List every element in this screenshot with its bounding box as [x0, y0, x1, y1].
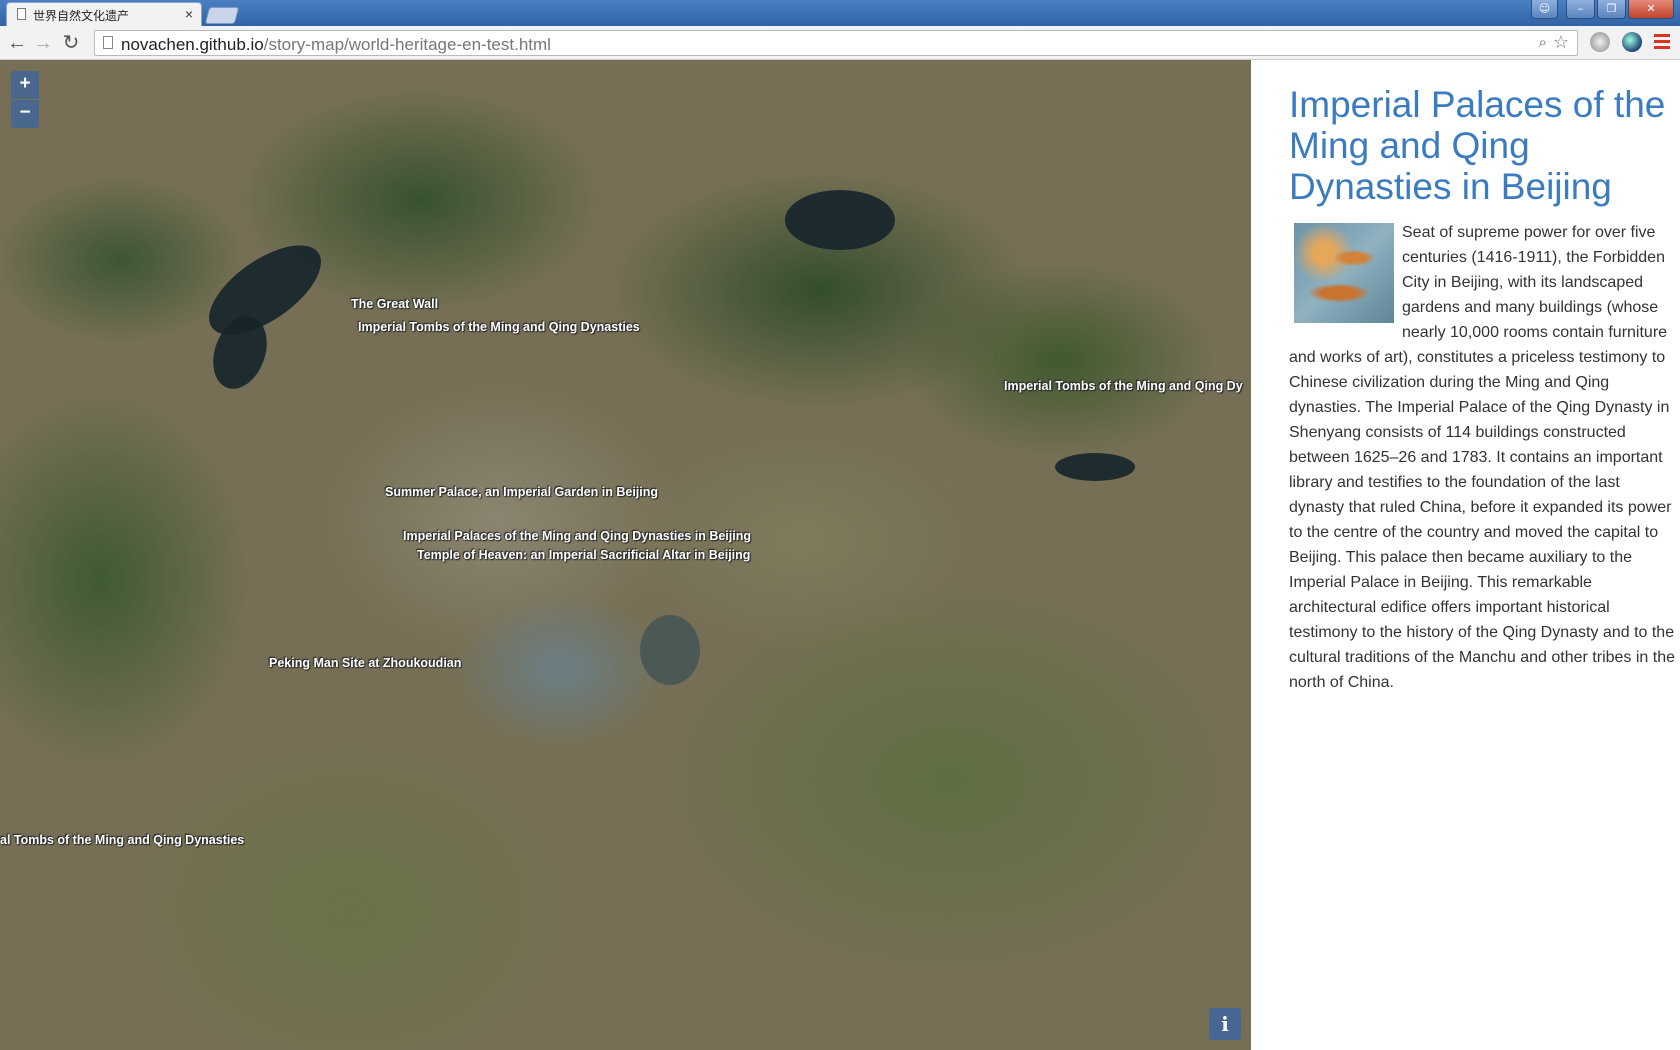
map-label-imperial-tombs-west[interactable]: al Tombs of the Ming and Qing Dynasties: [0, 833, 244, 847]
site-description-block: Seat of supreme power for over five cent…: [1289, 220, 1679, 695]
city-area: [640, 615, 700, 685]
site-title: Imperial Palaces of the Ming and Qing Dy…: [1289, 84, 1666, 207]
back-arrow-icon[interactable]: ←: [6, 32, 28, 54]
page-icon: [103, 36, 113, 49]
extension-globe-icon[interactable]: [1590, 32, 1610, 52]
window-titlebar: 世界自然文化遗产 × ☺ – ❐ ✕: [0, 0, 1680, 26]
zoom-in-button[interactable]: +: [11, 71, 39, 99]
map-label-imperial-tombs-east[interactable]: Imperial Tombs of the Ming and Qing Dy: [1004, 379, 1243, 393]
story-panel: Imperial Palaces of the Ming and Qing Dy…: [1251, 60, 1680, 1050]
browser-toolbar: ← → ↻ novachen.github.io/story-map/world…: [0, 26, 1680, 60]
url-host: novachen.github.io: [121, 35, 264, 54]
new-tab-button[interactable]: [204, 7, 240, 24]
reload-icon[interactable]: ↻: [60, 32, 82, 54]
map-label-summer-palace[interactable]: Summer Palace, an Imperial Garden in Bei…: [385, 485, 658, 499]
browser-tab[interactable]: 世界自然文化遗产 ×: [6, 2, 202, 26]
miyun-reservoir: [785, 190, 895, 250]
page-icon: [17, 8, 26, 20]
map-label-imperial-palaces[interactable]: Imperial Palaces of the Ming and Qing Dy…: [403, 529, 751, 543]
forward-arrow-icon[interactable]: →: [32, 32, 54, 54]
window-controls: ☺ – ❐ ✕: [1531, 0, 1674, 20]
extension-earth-icon[interactable]: [1622, 32, 1642, 52]
address-bar[interactable]: novachen.github.io/story-map/world-herit…: [94, 30, 1578, 56]
reservoir-east: [1055, 453, 1135, 481]
map-label-great-wall[interactable]: The Great Wall: [351, 297, 438, 311]
close-window-button[interactable]: ✕: [1628, 0, 1674, 19]
map-label-temple-of-heaven[interactable]: Temple of Heaven: an Imperial Sacrificia…: [417, 548, 750, 562]
url-path: /story-map/world-heritage-en-test.html: [263, 35, 551, 54]
url-text[interactable]: novachen.github.io/story-map/world-herit…: [121, 35, 551, 55]
user-icon[interactable]: ☺: [1531, 0, 1558, 19]
map-label-peking-man[interactable]: Peking Man Site at Zhoukoudian: [269, 656, 461, 670]
close-tab-icon[interactable]: ×: [185, 6, 193, 22]
bookmark-star-icon[interactable]: ☆: [1553, 32, 1569, 53]
restore-button[interactable]: ❐: [1597, 0, 1626, 19]
satellite-map[interactable]: + − The Great Wall Imperial Tombs of the…: [0, 60, 1251, 1050]
zoom-icon[interactable]: ⌕: [1539, 34, 1547, 51]
dragon-thumbnail-image: [1294, 223, 1394, 323]
tab-title: 世界自然文化遗产: [33, 9, 130, 23]
chrome-menu-icon[interactable]: [1654, 32, 1670, 52]
zoom-out-button[interactable]: −: [11, 100, 39, 128]
map-label-imperial-tombs[interactable]: Imperial Tombs of the Ming and Qing Dyna…: [358, 320, 640, 334]
minimize-button[interactable]: –: [1566, 0, 1595, 19]
info-button[interactable]: i: [1209, 1008, 1241, 1040]
